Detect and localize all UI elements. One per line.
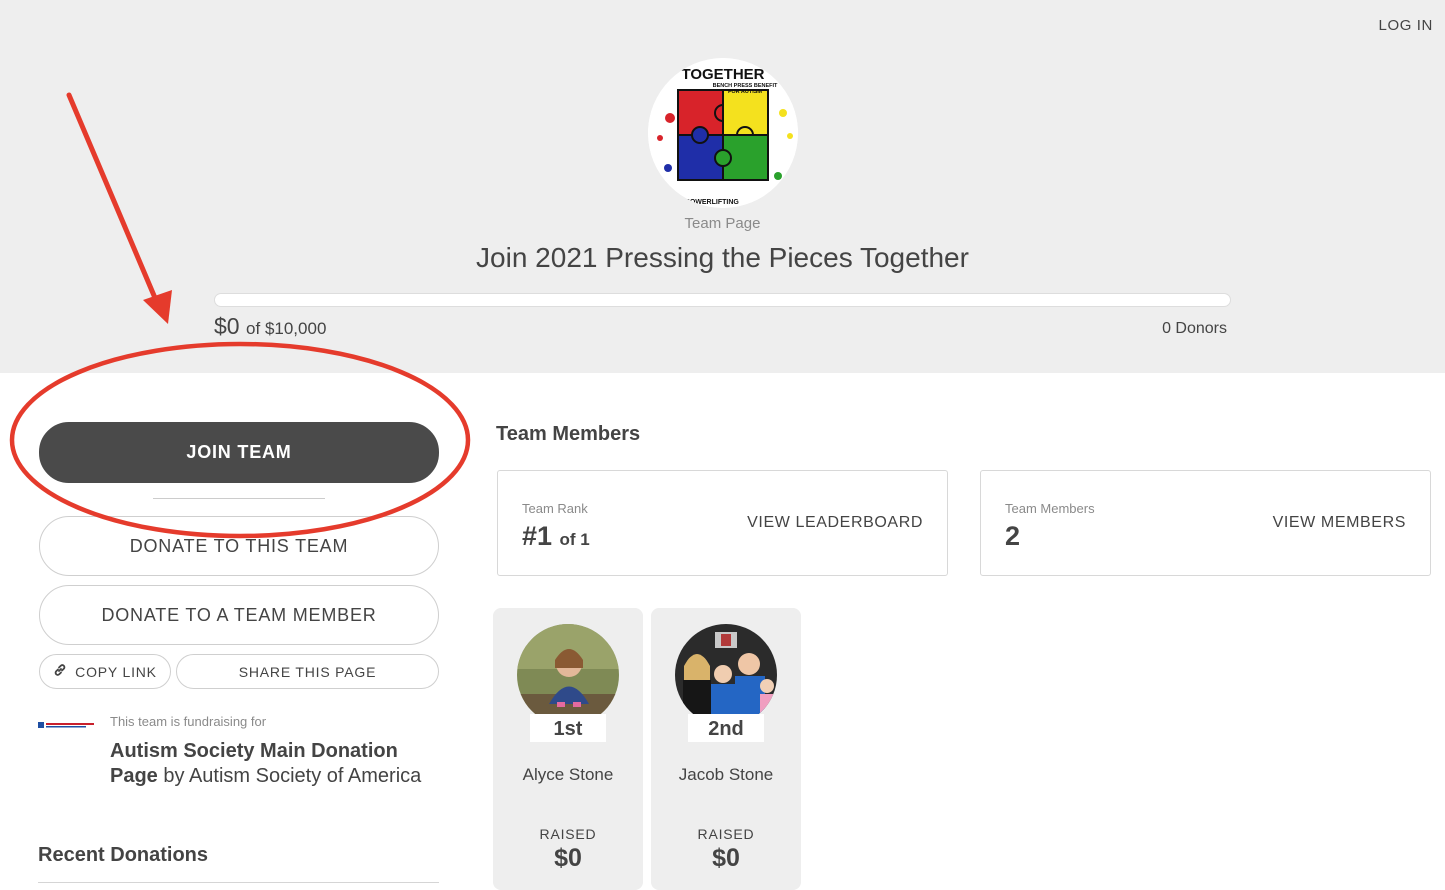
page-title: Join 2021 Pressing the Pieces Together bbox=[476, 242, 969, 273]
raised-summary: $0 of $10,000 bbox=[214, 313, 326, 340]
page-type-label: Team Page bbox=[684, 215, 761, 232]
member-raised-label: RAISED bbox=[539, 826, 597, 842]
view-members-link[interactable]: VIEW MEMBERS bbox=[1273, 514, 1406, 532]
join-team-button[interactable]: JOIN TEAM bbox=[39, 422, 439, 483]
share-page-button[interactable]: SHARE THIS PAGE bbox=[176, 654, 439, 689]
copy-link-label: COPY LINK bbox=[75, 663, 157, 680]
svg-text:POWERLIFTING: POWERLIFTING bbox=[685, 199, 739, 206]
team-members-card: Team Members 2 VIEW MEMBERS bbox=[980, 470, 1431, 576]
raised-goal: of $10,000 bbox=[246, 319, 327, 338]
view-leaderboard-link[interactable]: VIEW LEADERBOARD bbox=[747, 514, 923, 532]
raised-amount: $0 bbox=[214, 313, 240, 339]
svg-text:FOR AUTISM: FOR AUTISM bbox=[728, 89, 762, 95]
member-raised-label: RAISED bbox=[697, 826, 755, 842]
fundraising-progress-bar bbox=[214, 293, 1231, 307]
team-header: LOG IN TOGETHER BENCH PRESS BENEFIT FOR … bbox=[0, 0, 1445, 373]
team-page: LOG IN TOGETHER BENCH PRESS BENEFIT FOR … bbox=[0, 0, 1445, 890]
member-name[interactable]: Alyce Stone bbox=[493, 765, 643, 785]
charity-caption: This team is fundraising for bbox=[110, 714, 267, 729]
donor-count: 0 Donors bbox=[1162, 320, 1227, 337]
member-name[interactable]: Jacob Stone bbox=[651, 765, 801, 785]
svg-text:TOGETHER: TOGETHER bbox=[681, 66, 764, 83]
team-members-label: Team Members bbox=[1005, 501, 1095, 516]
copy-link-button[interactable]: COPY LINK bbox=[39, 654, 171, 689]
charity-link[interactable]: Autism Society Main Donation Page by Aut… bbox=[110, 739, 450, 789]
team-rank-total: of 1 bbox=[559, 530, 590, 549]
donate-to-member-button[interactable]: DONATE TO A TEAM MEMBER bbox=[39, 585, 439, 645]
member-avatar bbox=[675, 624, 777, 726]
team-rank-label: Team Rank bbox=[522, 501, 588, 516]
member-card[interactable]: 1st Alyce Stone RAISED $0 bbox=[493, 608, 643, 890]
member-rank-badge: 1st bbox=[530, 714, 606, 742]
divider bbox=[153, 498, 325, 499]
team-logo: TOGETHER BENCH PRESS BENEFIT FOR AUTISM … bbox=[648, 58, 798, 208]
member-raised-amount: $0 bbox=[554, 844, 582, 872]
team-members-heading: Team Members bbox=[496, 423, 641, 445]
team-members-count: 2 bbox=[1005, 521, 1020, 552]
team-rank-card: Team Rank #1 of 1 VIEW LEADERBOARD bbox=[497, 470, 948, 576]
charity-org: by Autism Society of America bbox=[163, 765, 422, 787]
member-avatar bbox=[517, 624, 619, 726]
team-rank-value: #1 of 1 bbox=[522, 521, 590, 552]
member-raised-amount: $0 bbox=[712, 844, 740, 872]
donate-to-team-button[interactable]: DONATE TO THIS TEAM bbox=[39, 516, 439, 576]
recent-donations-heading: Recent Donations bbox=[38, 844, 209, 866]
login-link[interactable]: LOG IN bbox=[1379, 17, 1433, 34]
charity-logo bbox=[38, 719, 96, 733]
team-members-number: 2 bbox=[1005, 521, 1021, 551]
divider bbox=[38, 882, 439, 883]
member-rank-badge: 2nd bbox=[688, 714, 764, 742]
member-card[interactable]: 2nd Jacob Stone RAISED $0 bbox=[651, 608, 801, 890]
team-rank-number: #1 bbox=[522, 521, 553, 551]
link-icon bbox=[53, 663, 67, 680]
